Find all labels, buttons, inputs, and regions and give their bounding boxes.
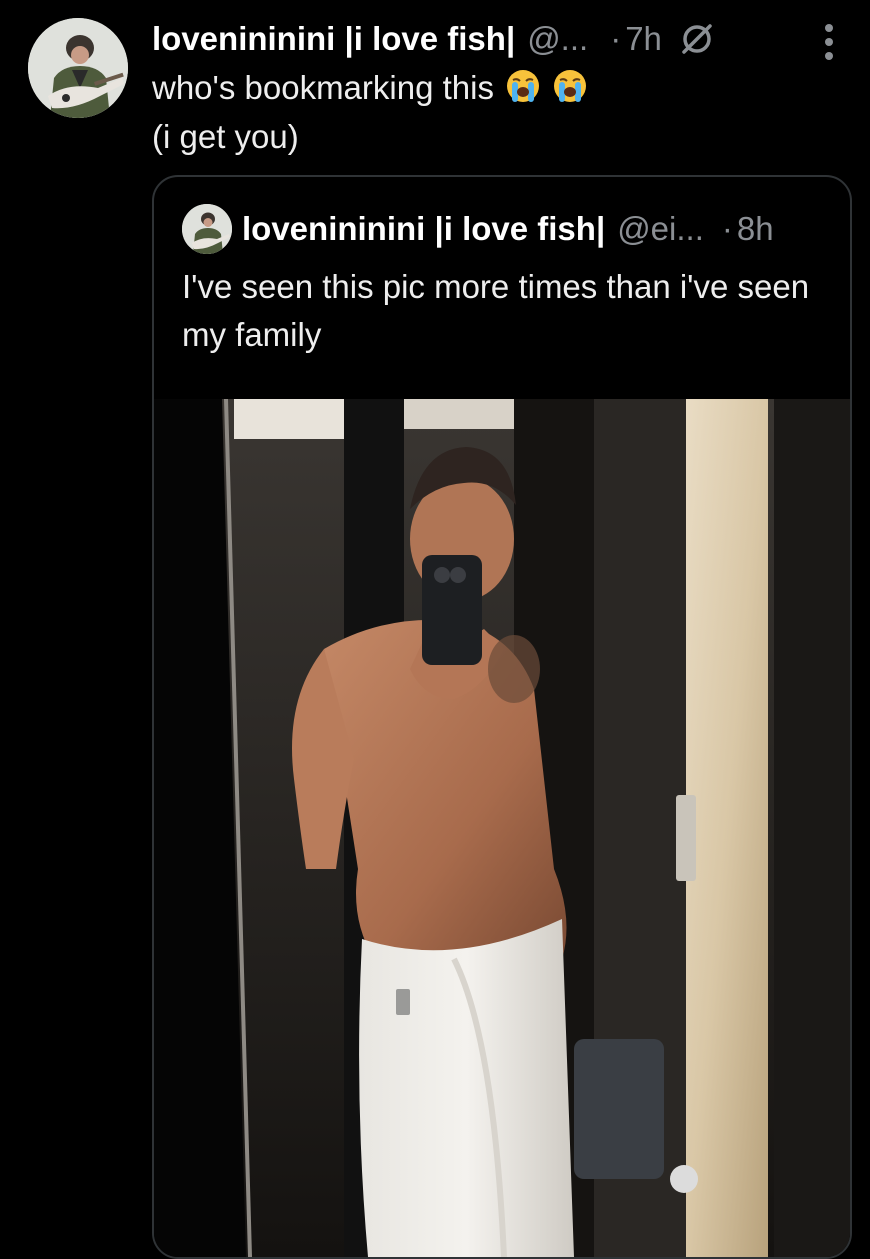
- quoted-timestamp[interactable]: 8h: [737, 210, 774, 248]
- author-handle[interactable]: @...: [527, 20, 588, 58]
- quoted-author-handle[interactable]: @ei...: [617, 210, 704, 248]
- loudly-crying-face-icon: [507, 70, 540, 102]
- quoted-author-display-name[interactable]: lovenininini |i love fish|: [242, 210, 605, 248]
- avatar-image: [28, 18, 128, 118]
- mirror-selfie-image: [154, 399, 850, 1257]
- edited-icon[interactable]: [678, 20, 716, 58]
- tweet-text-main: who's bookmarking this: [152, 69, 494, 106]
- quoted-tweet-card[interactable]: lovenininini |i love fish| @ei... · 8h I…: [152, 175, 852, 1259]
- quoted-tweet-photo[interactable]: [154, 399, 850, 1257]
- loudly-crying-face-icon: [554, 70, 587, 102]
- quoted-author-avatar[interactable]: [182, 204, 232, 254]
- more-options-icon[interactable]: [812, 18, 846, 66]
- quoted-avatar-image: [182, 204, 232, 254]
- author-display-name[interactable]: lovenininini |i love fish|: [152, 20, 515, 58]
- quoted-tweet-header: lovenininini |i love fish| @ei... · 8h: [242, 206, 774, 252]
- tweet-text-line-1: who's bookmarking this: [152, 63, 842, 112]
- author-avatar[interactable]: [28, 18, 128, 118]
- tweet-text: who's bookmarking this (i get you): [152, 63, 842, 161]
- quoted-tweet-text: I've seen this pic more times than i've …: [182, 268, 810, 353]
- tweet: lovenininini |i love fish| @... · 7h who…: [0, 0, 870, 1259]
- separator-dot: ·: [610, 20, 622, 57]
- tweet-text-line-2: (i get you): [152, 118, 299, 155]
- timestamp[interactable]: 7h: [625, 20, 662, 58]
- quoted-separator-dot: ·: [721, 210, 733, 247]
- tweet-header: lovenininini |i love fish| @... · 7h: [152, 14, 716, 64]
